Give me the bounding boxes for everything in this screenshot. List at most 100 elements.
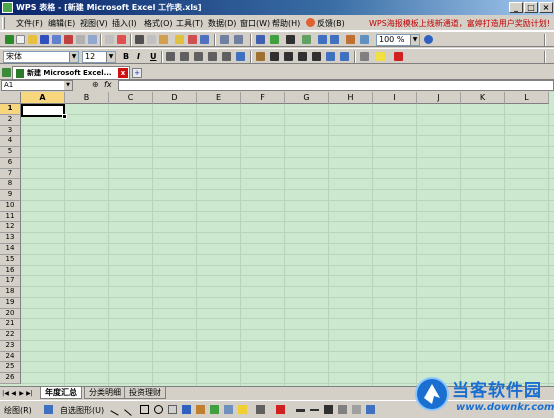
line-icon[interactable] xyxy=(110,403,123,416)
column-header-c[interactable]: C xyxy=(109,92,153,104)
clear-icon[interactable] xyxy=(188,35,197,44)
autoshapes-button[interactable]: 自选图形(U) xyxy=(60,405,104,416)
sort-descending-icon[interactable] xyxy=(330,35,339,44)
spellcheck-icon[interactable] xyxy=(117,35,126,44)
brush-icon[interactable] xyxy=(200,35,209,44)
borders-icon[interactable] xyxy=(360,52,369,61)
row-header-8[interactable]: 8 xyxy=(0,179,21,191)
currency-icon[interactable] xyxy=(256,52,265,61)
column-header-i[interactable]: I xyxy=(373,92,417,104)
help-icon[interactable] xyxy=(424,35,433,44)
chart-icon[interactable] xyxy=(346,35,355,44)
row-header-24[interactable]: 24 xyxy=(0,351,21,363)
save-icon[interactable] xyxy=(40,35,49,44)
fill-handle[interactable] xyxy=(62,114,67,119)
select-all-corner[interactable] xyxy=(0,92,21,104)
menu-view[interactable]: 视图(V) xyxy=(80,18,108,29)
column-header-e[interactable]: E xyxy=(197,92,241,104)
promo-link[interactable]: WPS海报模板上线新通道，富婷打造用户奖励计划! xyxy=(369,18,550,29)
menubar-grip[interactable] xyxy=(2,17,5,29)
decrease-decimal-icon[interactable] xyxy=(312,52,321,61)
autosum-icon[interactable] xyxy=(286,35,295,44)
row-header-9[interactable]: 9 xyxy=(0,190,21,201)
row-header-1[interactable]: 1 xyxy=(0,104,21,115)
row-header-14[interactable]: 14 xyxy=(0,244,21,255)
export-pdf-icon[interactable] xyxy=(64,35,73,44)
row-header-15[interactable]: 15 xyxy=(0,254,21,266)
print-preview-icon[interactable] xyxy=(88,35,97,44)
save-as-icon[interactable] xyxy=(52,35,61,44)
row-header-16[interactable]: 16 xyxy=(0,265,21,277)
clipart-icon[interactable] xyxy=(210,405,219,414)
new-icon[interactable] xyxy=(5,35,14,44)
spreadsheet-grid[interactable]: ABCDEFGHIJKL 1 2 3 4 5 6 7 8 9 10 11 12 13 14 15 16 17 18… xyxy=(0,92,554,386)
column-header-b[interactable]: B xyxy=(65,92,109,104)
bold-button[interactable]: B xyxy=(123,52,129,61)
font-color-icon[interactable] xyxy=(394,52,403,61)
italic-button[interactable]: I xyxy=(137,52,140,61)
wps-app-icon[interactable] xyxy=(2,2,13,13)
format-painter-icon[interactable] xyxy=(175,35,184,44)
prev-sheet-button[interactable]: ◀ xyxy=(10,389,17,398)
filter-icon[interactable] xyxy=(302,35,311,44)
mail-icon[interactable] xyxy=(105,35,114,44)
picture-icon[interactable] xyxy=(224,405,233,414)
column-header-g[interactable]: G xyxy=(285,92,329,104)
next-sheet-button[interactable]: ▶ xyxy=(18,389,25,398)
underline-button[interactable]: U xyxy=(150,52,157,61)
font-name-select[interactable]: 宋体 ▼ xyxy=(3,51,79,63)
draw-menu-button[interactable]: 绘图(R) xyxy=(4,405,32,416)
align-objects-icon[interactable] xyxy=(366,405,375,414)
row-header-2[interactable]: 2 xyxy=(0,114,21,126)
last-sheet-button[interactable]: ▶| xyxy=(26,389,33,398)
column-header-l[interactable]: L xyxy=(505,92,549,104)
close-button[interactable]: × xyxy=(539,2,553,13)
sheet-tab-category-detail[interactable]: 分类明细 xyxy=(84,387,126,399)
distributed-icon[interactable] xyxy=(222,52,231,61)
textbox-icon[interactable] xyxy=(168,405,177,414)
formula-input[interactable] xyxy=(118,80,554,91)
column-header-k[interactable]: K xyxy=(461,92,505,104)
row-header-18[interactable]: 18 xyxy=(0,287,21,298)
active-cell[interactable] xyxy=(21,104,67,119)
3d-icon[interactable] xyxy=(352,405,361,414)
menu-format[interactable]: 格式(O) xyxy=(144,18,173,29)
column-header-d[interactable]: D xyxy=(153,92,197,104)
row-header-13[interactable]: 13 xyxy=(0,233,21,244)
line-style-icon[interactable] xyxy=(296,409,305,412)
row-header-22[interactable]: 22 xyxy=(0,330,21,341)
home-icon[interactable] xyxy=(2,68,11,77)
oval-icon[interactable] xyxy=(154,405,163,414)
column-header-h[interactable]: H xyxy=(329,92,373,104)
row-header-26[interactable]: 26 xyxy=(0,373,21,385)
row-header-11[interactable]: 11 xyxy=(0,211,21,223)
row-header-25[interactable]: 25 xyxy=(0,362,21,374)
wordart-icon[interactable] xyxy=(182,405,191,414)
row-header-20[interactable]: 20 xyxy=(0,308,21,320)
draw-fill-color-icon[interactable] xyxy=(238,405,247,414)
sort-ascending-icon[interactable] xyxy=(318,35,327,44)
percent-icon[interactable] xyxy=(270,52,279,61)
column-header-a[interactable]: A xyxy=(21,92,65,104)
font-size-select[interactable]: 12 ▼ xyxy=(82,51,116,63)
row-header-10[interactable]: 10 xyxy=(0,200,21,212)
minimize-button[interactable]: _ xyxy=(509,2,523,13)
close-tab-button[interactable]: x xyxy=(118,68,128,78)
menu-help[interactable]: 帮助(H) xyxy=(272,18,300,29)
zoom-formula-icon[interactable]: ⊕ xyxy=(92,80,99,89)
open-folder-icon[interactable] xyxy=(28,35,37,44)
justify-icon[interactable] xyxy=(208,52,217,61)
shadow-icon[interactable] xyxy=(338,405,347,414)
row-header-3[interactable]: 3 xyxy=(0,125,21,137)
increase-decimal-icon[interactable] xyxy=(298,52,307,61)
undo-icon[interactable] xyxy=(220,35,229,44)
rectangle-icon[interactable] xyxy=(140,405,149,414)
thousands-icon[interactable] xyxy=(284,52,293,61)
document-tab[interactable]: 新建 Microsoft Excel... xyxy=(12,66,130,79)
menu-tools[interactable]: 工具(T) xyxy=(176,18,203,29)
diagram-icon[interactable] xyxy=(196,405,205,414)
name-box[interactable]: A1 ▼ xyxy=(1,80,73,91)
row-header-7[interactable]: 7 xyxy=(0,168,21,180)
row-header-4[interactable]: 4 xyxy=(0,136,21,148)
draw-font-color-icon[interactable] xyxy=(276,405,285,414)
